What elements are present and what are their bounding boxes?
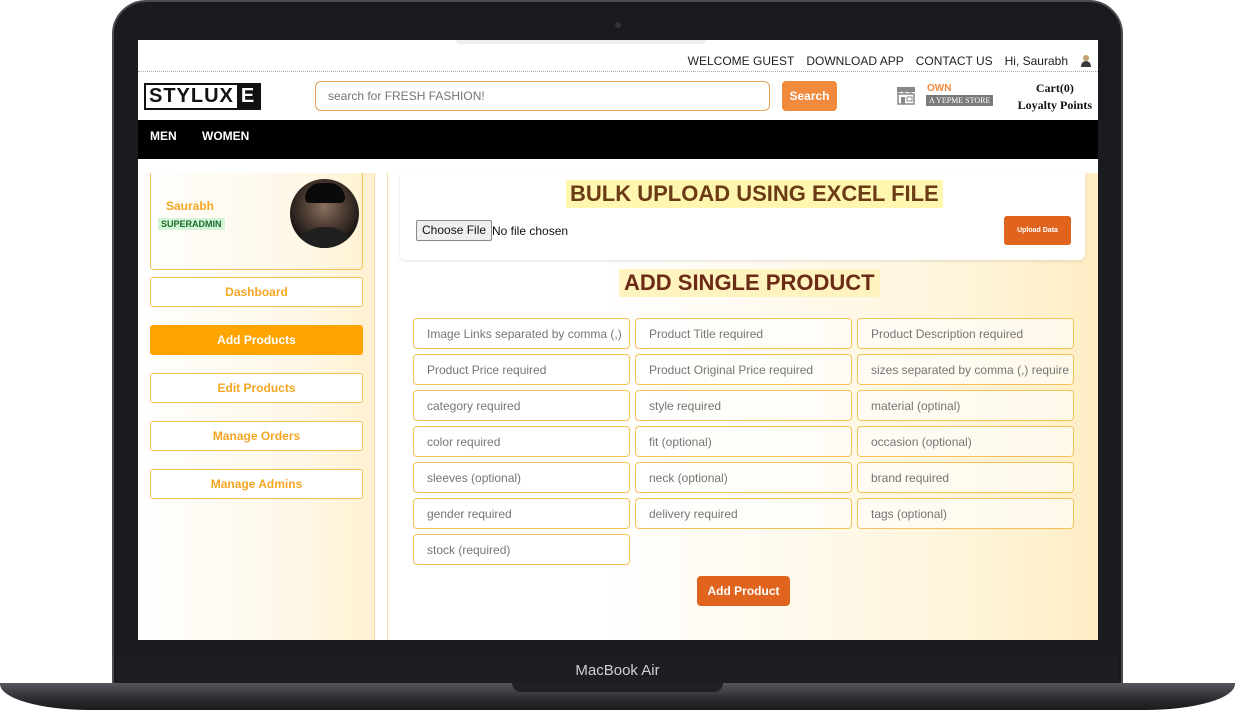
style-field[interactable]	[635, 390, 852, 421]
greeting-link[interactable]: Hi, Saurabh	[1005, 54, 1068, 68]
add-single-product-title: ADD SINGLE PRODUCT	[619, 269, 880, 297]
download-app-link[interactable]: DOWNLOAD APP	[806, 54, 903, 68]
browser-screen: WELCOME GUEST DOWNLOAD APP CONTACT US Hi…	[138, 40, 1098, 640]
color-field[interactable]	[413, 426, 630, 457]
top-links: WELCOME GUEST DOWNLOAD APP CONTACT US Hi…	[688, 54, 1092, 68]
nav-item-women[interactable]: WOMEN	[202, 129, 249, 143]
camera-icon	[615, 22, 621, 28]
store-icon[interactable]	[895, 84, 917, 106]
header: STYLUXE Search OWN A YEPME STORE Cart(0)…	[138, 73, 1098, 120]
sidebar-item-manage-orders[interactable]: Manage Orders	[150, 421, 363, 451]
loyalty-points-link[interactable]: Loyalty Points	[1018, 97, 1092, 114]
occasion-field[interactable]	[857, 426, 1074, 457]
profile-name: Saurabh	[166, 199, 215, 213]
image-links-field[interactable]	[413, 318, 630, 349]
file-status: No file chosen	[492, 224, 569, 238]
product-price-field[interactable]	[413, 354, 630, 385]
original-price-field[interactable]	[635, 354, 852, 385]
stock-field[interactable]	[413, 534, 630, 565]
category-field[interactable]	[413, 390, 630, 421]
brand-field[interactable]	[857, 462, 1074, 493]
top-bar: WELCOME GUEST DOWNLOAD APP CONTACT US Hi…	[138, 40, 1098, 72]
material-field[interactable]	[857, 390, 1074, 421]
sidebar-item-edit-products[interactable]: Edit Products	[150, 373, 363, 403]
user-icon[interactable]	[1080, 55, 1092, 67]
logo-text: STYLUX	[149, 85, 234, 107]
cart-link[interactable]: Cart(0)	[1018, 80, 1092, 97]
contact-us-link[interactable]: CONTACT US	[916, 54, 993, 68]
logo-box: E	[236, 85, 260, 108]
search-input[interactable]	[315, 81, 770, 111]
delivery-field[interactable]	[635, 498, 852, 529]
main-content: BULK UPLOAD USING EXCEL FILE Choose File…	[387, 173, 1098, 640]
tags-field[interactable]	[857, 498, 1074, 529]
choose-file-button[interactable]: Choose File	[416, 220, 493, 241]
add-product-button[interactable]: Add Product	[697, 576, 790, 606]
sizes-field[interactable]	[857, 354, 1074, 385]
sleeves-field[interactable]	[413, 462, 630, 493]
address-bar	[456, 40, 706, 44]
device-label: MacBook Air	[575, 662, 660, 679]
nav-item-men[interactable]: MEN	[150, 129, 177, 143]
profile-card: Saurabh SUPERADMIN	[150, 173, 363, 270]
store-own-label[interactable]: OWN	[927, 83, 951, 94]
sidebar-item-manage-admins[interactable]: Manage Admins	[150, 469, 363, 499]
sidebar-item-add-products[interactable]: Add Products	[150, 325, 363, 355]
neck-field[interactable]	[635, 462, 852, 493]
avatar	[290, 179, 359, 248]
cart-area[interactable]: Cart(0) Loyalty Points	[1018, 80, 1092, 114]
welcome-guest-link[interactable]: WELCOME GUEST	[688, 54, 795, 68]
store-sub-label[interactable]: A YEPME STORE	[926, 95, 994, 106]
site-logo[interactable]: STYLUX E	[144, 83, 262, 110]
sidebar-item-dashboard[interactable]: Dashboard	[150, 277, 363, 307]
role-badge: SUPERADMIN	[158, 218, 225, 230]
laptop-notch	[512, 683, 723, 692]
main-nav: MEN WOMEN	[138, 120, 1098, 159]
product-description-field[interactable]	[857, 318, 1074, 349]
gender-field[interactable]	[413, 498, 630, 529]
bulk-upload-title: BULK UPLOAD USING EXCEL FILE	[566, 180, 943, 208]
upload-data-button[interactable]: Upload Data	[1004, 216, 1071, 245]
fit-field[interactable]	[635, 426, 852, 457]
bulk-upload-card: BULK UPLOAD USING EXCEL FILE Choose File…	[400, 173, 1085, 260]
sidebar: Saurabh SUPERADMIN Dashboard Add Product…	[138, 173, 375, 640]
product-title-field[interactable]	[635, 318, 852, 349]
search-button[interactable]: Search	[782, 81, 837, 111]
